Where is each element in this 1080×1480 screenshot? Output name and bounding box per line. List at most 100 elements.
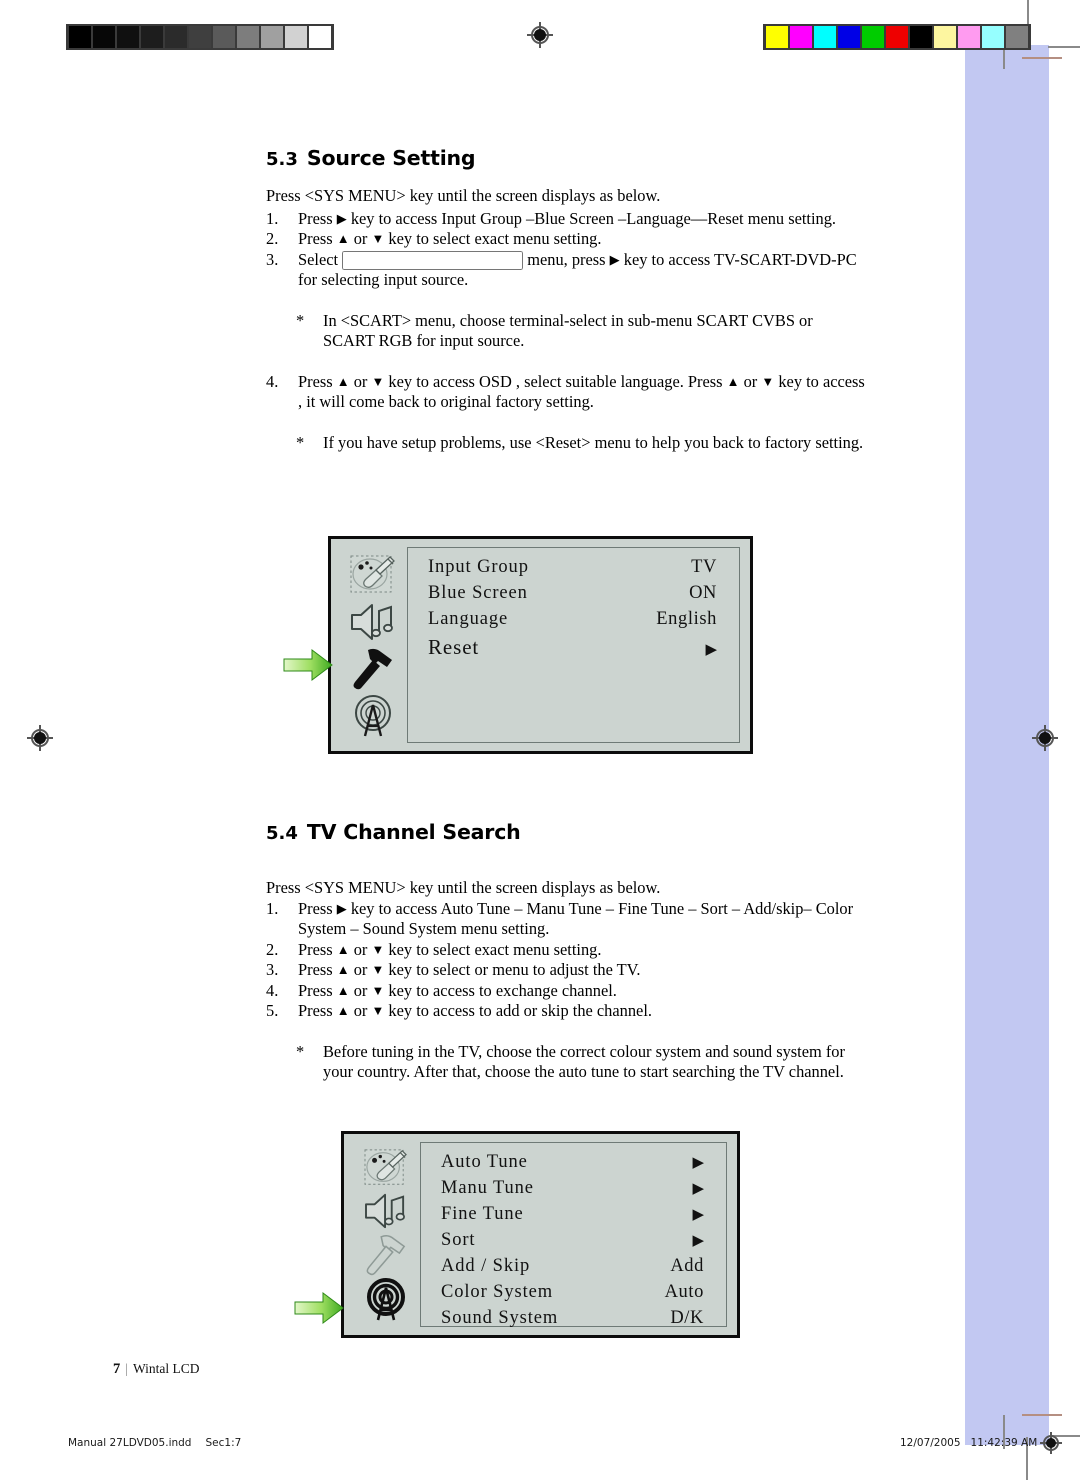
osd-menu-list: Auto Tune ▶ Manu Tune ▶ Fine Tune ▶ Sort ▶ Add /…: [420, 1142, 727, 1328]
gray-swatch-3: [141, 26, 163, 48]
osd-row-reset[interactable]: Reset ▶: [428, 635, 717, 661]
list-item: 1. Press ▶ key to access Auto Tune – Man…: [266, 899, 866, 940]
color-swatch-9: [982, 26, 1004, 48]
osd-row-label: Input Group: [428, 557, 529, 577]
osd-row-value: English: [656, 609, 717, 629]
note-item: * If you have setup problems, use <Reset…: [296, 433, 866, 454]
print-meta-left: Manual 27LDVD05.indd Sec1:7: [68, 1437, 241, 1449]
osd-row-sound-system[interactable]: Sound System D/K: [441, 1308, 704, 1334]
folio-divider: |: [125, 1361, 128, 1376]
page-folio: 7 | Wintal LCD: [113, 1361, 200, 1378]
print-filename: Manual 27LDVD05.indd: [68, 1437, 192, 1449]
tuner-antenna-icon[interactable]: [358, 1277, 414, 1323]
list-text: Press ▲ or ▼ key to select exact menu se…: [298, 229, 602, 248]
note-marker: *: [296, 1041, 305, 1061]
print-section: Sec1:7: [205, 1437, 242, 1449]
grayscale-calibration-wedge: [66, 24, 334, 50]
source-setting-osd-screen: Input Group TV Blue Screen ON Language Englis…: [283, 536, 753, 754]
registration-target-icon: [1032, 725, 1058, 751]
osd-row-submenu-arrow-icon: ▶: [692, 1207, 704, 1223]
section-5-3-number: 5.3: [266, 149, 298, 170]
osd-row-submenu-arrow-icon: ▶: [705, 642, 717, 658]
list-item: 3. Select menu, press ▶ key to access TV…: [266, 250, 866, 291]
section-5-4-number: 5.4: [266, 823, 298, 844]
osd-row-fine-tune[interactable]: Fine Tune ▶: [441, 1204, 704, 1230]
setup-hammer-icon[interactable]: [345, 645, 401, 692]
section-5-3: 5.3 Source Setting: [266, 146, 866, 170]
osd-row-label: Auto Tune: [441, 1152, 528, 1172]
color-swatch-6: [910, 26, 932, 48]
picture-icon[interactable]: [358, 1146, 414, 1190]
sound-icon[interactable]: [358, 1190, 414, 1234]
list-text: Press ▲ or ▼ key to access to add or ski…: [298, 1001, 652, 1020]
osd-row-label: Manu Tune: [441, 1178, 534, 1198]
picture-icon[interactable]: [345, 551, 401, 598]
section-5-4-heading: 5.4 TV Channel Search: [266, 820, 866, 844]
note-marker: *: [296, 432, 305, 452]
list-item: 4. Press ▲ or ▼ key to access to exchang…: [266, 981, 866, 1002]
color-swatch-10: [1006, 26, 1028, 48]
tuner-antenna-icon[interactable]: [345, 692, 401, 739]
tv-channel-search-osd-screen: Auto Tune ▶ Manu Tune ▶ Fine Tune ▶ Sort ▶ Add /…: [294, 1131, 740, 1338]
osd-row-value: ON: [689, 583, 717, 603]
osd-row-blue-screen[interactable]: Blue Screen ON: [428, 583, 717, 609]
color-swatch-5: [886, 26, 908, 48]
list-marker: 2.: [266, 229, 279, 248]
color-swatch-4: [862, 26, 884, 48]
osd-row-auto-tune[interactable]: Auto Tune ▶: [441, 1152, 704, 1178]
gray-swatch-8: [261, 26, 283, 48]
print-time: 11:42:39 AM: [970, 1437, 1038, 1449]
crop-tint-tick-top: [1022, 57, 1062, 59]
note-item: * Before tuning in the TV, choose the co…: [296, 1042, 866, 1083]
list-item: 2. Press ▲ or ▼ key to select exact menu…: [266, 940, 866, 961]
section-5-3-body: Press <SYS MENU> key until the screen di…: [266, 186, 866, 453]
osd-row-color-system[interactable]: Color System Auto: [441, 1282, 704, 1308]
osd-row-submenu-arrow-icon: ▶: [692, 1233, 704, 1249]
registration-target-icon: [27, 725, 53, 751]
registration-target-icon: [527, 22, 553, 48]
setup-hammer-icon[interactable]: [358, 1233, 414, 1277]
section-5-4-title: TV Channel Search: [306, 820, 521, 844]
manual-page: 5.3 Source Setting Press <SYS MENU> key u…: [0, 0, 1080, 1480]
list-marker: 1.: [266, 208, 279, 228]
gray-swatch-2: [117, 26, 139, 48]
selection-pointer-arrow-icon: [293, 1291, 345, 1325]
osd-row-sort[interactable]: Sort ▶: [441, 1230, 704, 1256]
osd-row-label: Color System: [441, 1282, 554, 1302]
list-text: Press ▲ or ▼ key to select or menu to ad…: [298, 960, 641, 979]
gray-swatch-6: [213, 26, 235, 48]
osd-row-manu-tune[interactable]: Manu Tune ▶: [441, 1178, 704, 1204]
gray-swatch-1: [93, 26, 115, 48]
list-marker: 3.: [266, 960, 279, 979]
list-text: Press ▶ key to access Auto Tune – Manu T…: [298, 898, 854, 939]
crop-tint-tick: [1022, 1414, 1062, 1416]
osd-row-add-skip[interactable]: Add / Skip Add: [441, 1256, 704, 1282]
gray-swatch-4: [165, 26, 187, 48]
osd-row-value: TV: [691, 557, 717, 577]
osd-row-submenu-arrow-icon: ▶: [692, 1155, 704, 1171]
color-swatch-1: [790, 26, 812, 48]
osd-row-submenu-arrow-icon: ▶: [692, 1181, 704, 1197]
list-text: Press ▲ or ▼ key to access to exchange c…: [298, 980, 617, 1000]
osd-row-label: Reset: [428, 635, 480, 659]
note-item: * In <SCART> menu, choose terminal-selec…: [296, 311, 866, 352]
osd-row-label: Sort: [441, 1230, 476, 1250]
osd-row-language[interactable]: Language English: [428, 609, 717, 635]
osd-row-input-group[interactable]: Input Group TV: [428, 557, 717, 583]
crop-mark-top-right-h: [1048, 46, 1080, 48]
section-5-4-body: Press <SYS MENU> key until the screen di…: [266, 878, 866, 1083]
list-item: 2. Press ▲ or ▼ key to select exact menu…: [266, 229, 866, 250]
sound-icon[interactable]: [345, 598, 401, 645]
gray-swatch-7: [237, 26, 259, 48]
gray-swatch-9: [285, 26, 307, 48]
section-5-3-heading: 5.3 Source Setting: [266, 146, 866, 170]
selection-pointer-arrow-icon: [282, 648, 334, 682]
list-marker: 5.: [266, 1001, 279, 1020]
color-swatch-7: [934, 26, 956, 48]
osd-icon-column: [352, 1142, 420, 1327]
list-marker: 2.: [266, 939, 279, 959]
print-meta-right: 12/07/2005 11:42:39 AM: [900, 1437, 1037, 1449]
list-marker: 1.: [266, 898, 279, 918]
registration-target-icon: [1040, 1432, 1062, 1454]
list-text: Press ▲ or ▼ key to access OSD , select …: [298, 371, 865, 412]
